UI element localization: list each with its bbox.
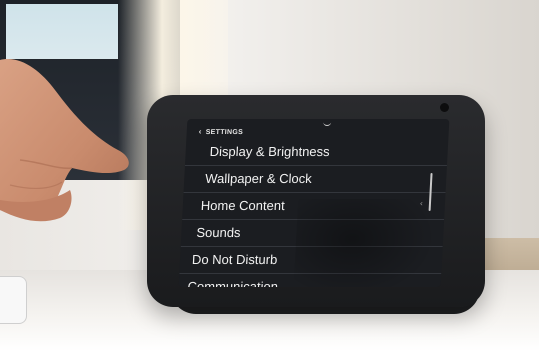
chevron-down-icon[interactable] [323,121,332,126]
device-screen[interactable]: ‹ SETTINGS Display & Brightness Wallpaper… [178,119,450,287]
hand-shadow [292,199,439,287]
menu-item-display-brightness[interactable]: Display & Brightness [184,139,449,166]
photo-frame: ‹ SETTINGS Display & Brightness Wallpaper… [0,0,539,351]
menu-item-wallpaper-clock[interactable]: Wallpaper & Clock [183,166,447,193]
pointing-hand [0,59,129,222]
camera-icon [440,103,449,112]
smart-display-device: ‹ SETTINGS Display & Brightness Wallpaper… [147,95,485,307]
white-object [0,276,27,324]
settings-header[interactable]: ‹ SETTINGS [199,127,244,136]
settings-title: SETTINGS [205,129,244,136]
chevron-left-icon[interactable]: ‹ [199,127,202,136]
